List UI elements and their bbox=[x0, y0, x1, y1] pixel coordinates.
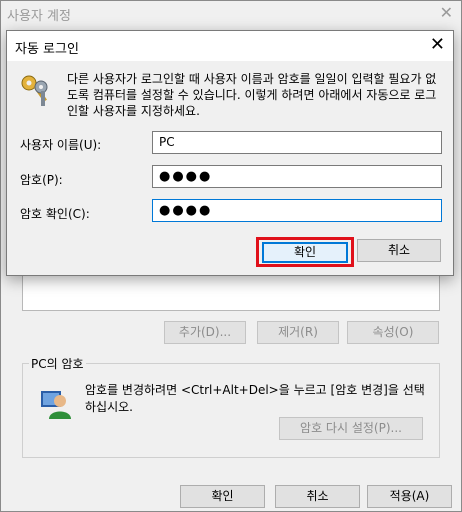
username-input[interactable]: PC bbox=[152, 131, 442, 154]
password-change-instructions: 암호를 변경하려면 <Ctrl+Alt+Del>을 누르고 [암호 변경]을 선… bbox=[85, 383, 425, 414]
remove-user-button[interactable]: 제거(R) bbox=[257, 321, 339, 344]
confirm-password-input[interactable]: ●●●● bbox=[152, 199, 442, 222]
user-icon bbox=[41, 391, 71, 419]
auto-login-dialog: 자동 로그인 ✕ 다른 사용자가 로그인할 때 사용자 이름과 암호를 일일이 … bbox=[6, 30, 454, 276]
close-icon[interactable]: ✕ bbox=[440, 3, 453, 22]
dialog-title: 자동 로그인 bbox=[15, 42, 79, 57]
dialog-titlebar: 자동 로그인 ✕ bbox=[7, 31, 453, 61]
password-input[interactable]: ●●●● bbox=[152, 165, 442, 188]
keys-icon bbox=[21, 75, 48, 106]
add-user-button[interactable]: 추가(D)... bbox=[164, 321, 246, 344]
reset-password-button[interactable]: 암호 다시 설정(P)... bbox=[279, 417, 423, 440]
ok-button[interactable]: 확인 bbox=[180, 485, 265, 508]
dialog-cancel-button[interactable]: 취소 bbox=[357, 239, 441, 262]
users-listbox[interactable] bbox=[22, 275, 440, 311]
dialog-ok-button[interactable]: 확인 bbox=[262, 242, 348, 263]
cancel-button[interactable]: 취소 bbox=[275, 485, 360, 508]
password-label: 암호(P): bbox=[20, 173, 63, 187]
properties-button[interactable]: 속성(O) bbox=[347, 321, 439, 344]
apply-button[interactable]: 적용(A) bbox=[367, 485, 452, 508]
close-icon[interactable]: ✕ bbox=[430, 34, 445, 55]
dialog-description: 다른 사용자가 로그인할 때 사용자 이름과 암호를 일일이 입력할 필요가 없… bbox=[67, 72, 437, 118]
window-title: 사용자 계정 bbox=[7, 9, 71, 24]
ok-button-highlight: 확인 bbox=[256, 237, 354, 267]
confirm-password-label: 암호 확인(C): bbox=[20, 207, 90, 221]
password-group-legend: PC의 암호 bbox=[29, 355, 86, 372]
username-label: 사용자 이름(U): bbox=[20, 138, 102, 152]
